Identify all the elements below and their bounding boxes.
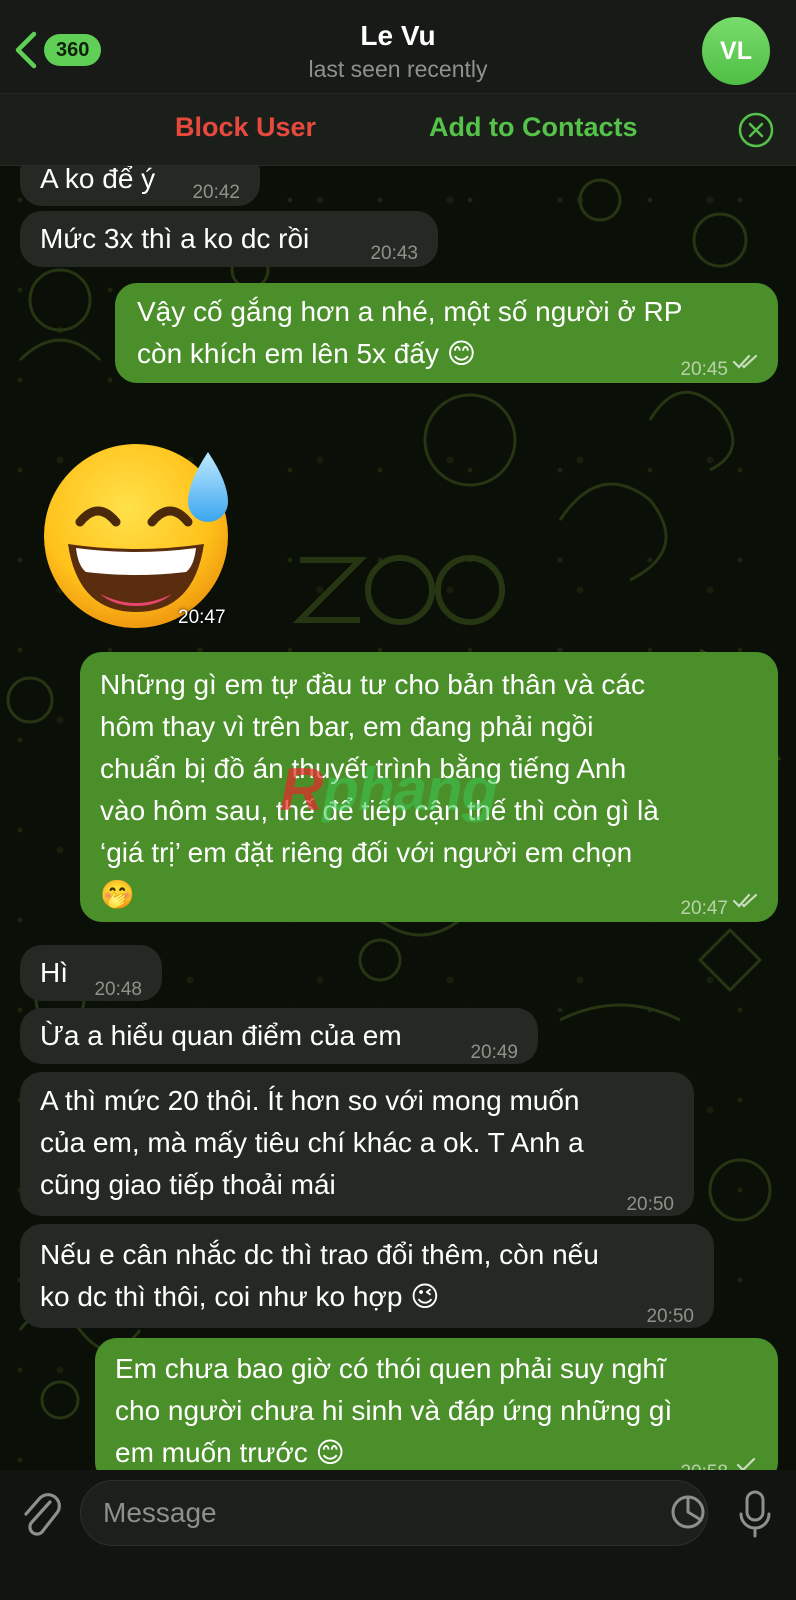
message-text: Vậy cố gắng hơn a nhé, một số người ở RP…	[137, 296, 683, 369]
double-check-icon	[732, 354, 758, 369]
chat-title[interactable]: Le Vu	[0, 20, 796, 52]
message-bubble-incoming[interactable]: Ừa a hiểu quan điểm của em 20:49	[20, 1008, 538, 1064]
close-icon[interactable]	[738, 112, 774, 148]
message-time: 20:50	[646, 1306, 694, 1327]
sticker-icon[interactable]	[670, 1492, 706, 1532]
chat-status: last seen recently	[308, 56, 488, 82]
message-time: 20:45	[680, 359, 728, 380]
double-check-icon	[732, 893, 758, 908]
message-time: 20:47	[680, 898, 728, 919]
message-bubble-incoming[interactable]: Hì 20:48	[20, 945, 162, 1001]
message-time: 20:49	[470, 1042, 518, 1063]
message-bubble-outgoing[interactable]: Em chưa bao giờ có thói quen phải suy ng…	[95, 1338, 778, 1484]
contact-action-bar: Block User Add to Contacts	[0, 94, 796, 166]
message-input-bar: Message	[0, 1470, 796, 1600]
sweat-smile-emoji-sticker[interactable]	[40, 432, 240, 632]
sticker-time: 20:47	[178, 607, 226, 628]
message-text: Em chưa bao giờ có thói quen phải suy ng…	[115, 1353, 673, 1468]
message-bubble-outgoing[interactable]: Vậy cố gắng hơn a nhé, một số người ở RP…	[115, 283, 778, 383]
microphone-icon[interactable]	[738, 1488, 772, 1540]
chat-header: 360 Le Vu last seen recently VL	[0, 0, 796, 94]
message-text: A thì mức 20 thôi. Ít hơn so với mong mu…	[40, 1085, 584, 1200]
message-time: 20:50	[626, 1194, 674, 1215]
block-user-button[interactable]: Block User	[175, 112, 316, 143]
message-input[interactable]: Message	[80, 1480, 708, 1546]
message-placeholder: Message	[103, 1497, 217, 1528]
message-bubble-incoming[interactable]: Nếu e cân nhắc dc thì trao đổi thêm, còn…	[20, 1224, 714, 1328]
add-to-contacts-button[interactable]: Add to Contacts	[429, 112, 638, 143]
message-bubble-incoming[interactable]: A thì mức 20 thôi. Ít hơn so với mong mu…	[20, 1072, 694, 1216]
message-time: 20:43	[370, 243, 418, 264]
message-text: Nếu e cân nhắc dc thì trao đổi thêm, còn…	[40, 1239, 599, 1312]
message-time: 20:48	[94, 979, 142, 1000]
avatar[interactable]: VL	[702, 17, 770, 85]
paperclip-icon[interactable]	[20, 1488, 62, 1538]
message-text: Ừa a hiểu quan điểm của em	[40, 1020, 402, 1051]
watermark-logo: Rphang	[280, 756, 498, 823]
message-bubble-incoming[interactable]: Mức 3x thì a ko dc rồi 20:43	[20, 211, 438, 267]
message-text: Mức 3x thì a ko dc rồi	[40, 223, 310, 254]
